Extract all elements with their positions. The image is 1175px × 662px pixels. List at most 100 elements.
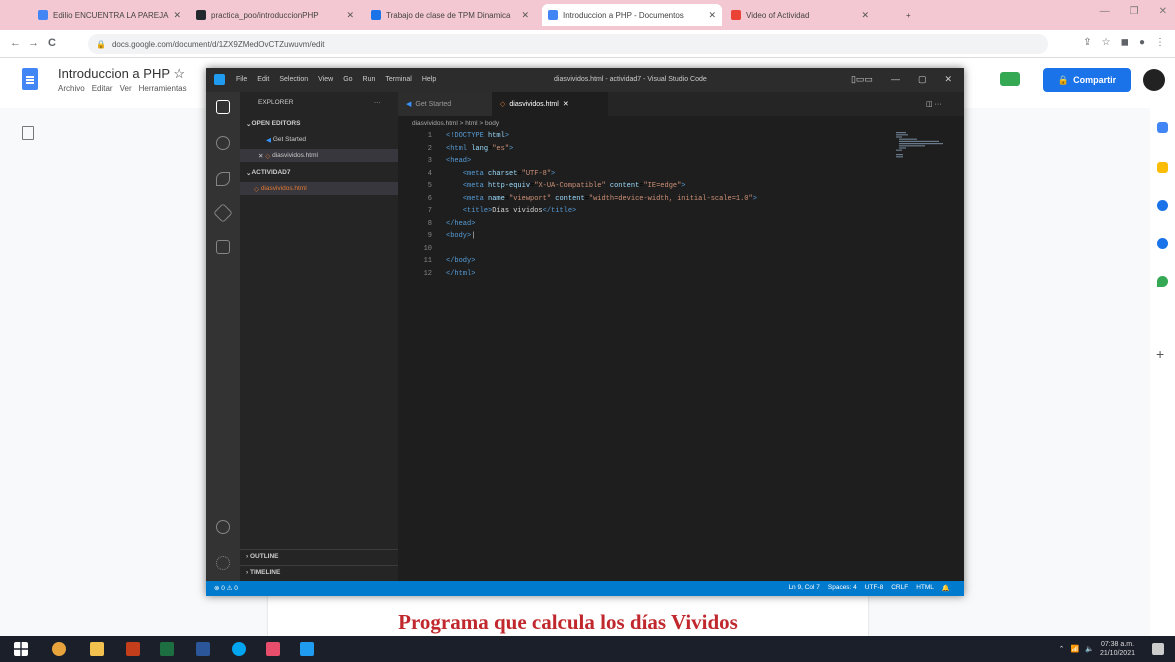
browser-tab[interactable]: Video of Actividad ✕ [725, 4, 875, 26]
excel-icon[interactable] [160, 642, 174, 656]
explorer-icon[interactable] [216, 100, 230, 114]
clock[interactable]: 07:38 a.m. 21/10/2021 [1100, 640, 1135, 658]
folder-header[interactable]: ⌄ ACTIVIDAD7 [240, 166, 398, 179]
back-icon[interactable]: ← [10, 37, 21, 49]
vscode-menu-item[interactable]: Go [343, 76, 352, 83]
code-line[interactable]: <head> [446, 157, 471, 165]
maps-icon[interactable] [1157, 276, 1168, 287]
docs-menu-item[interactable]: Editar [92, 84, 113, 93]
vscode-menu-item[interactable]: Terminal [385, 76, 411, 83]
split-editor-icon[interactable]: ◫ ··· [918, 92, 950, 116]
window-controls[interactable]: — ❐ ✕ [1100, 6, 1167, 17]
outline-header[interactable]: › OUTLINE [240, 549, 398, 562]
extensions-icon[interactable] [216, 240, 230, 254]
code-line[interactable]: <meta http-equiv="X-UA-Compatible" conte… [446, 182, 686, 190]
close-icon[interactable]: ✕ [521, 10, 529, 21]
code-line[interactable]: <body>| [446, 232, 475, 240]
docs-menu-item[interactable]: Archivo [58, 84, 85, 93]
network-icon[interactable]: 📶 [1071, 645, 1080, 653]
minimize-icon[interactable]: — [1100, 6, 1110, 17]
profile-icon[interactable]: ● [1139, 37, 1145, 48]
close-icon[interactable]: ✕ [346, 10, 354, 21]
status-item[interactable]: Spaces: 4 [828, 584, 857, 592]
calendar-icon[interactable] [1157, 122, 1168, 133]
open-file-diasvividos[interactable]: ✕ ◇ diasvividos.html [240, 149, 398, 162]
accounts-icon[interactable] [216, 520, 230, 534]
store-icon[interactable] [266, 642, 280, 656]
search-icon[interactable] [216, 136, 230, 150]
status-item[interactable]: CRLF [891, 584, 908, 592]
chevron-up-icon[interactable]: ⌃ [1059, 645, 1065, 653]
code-line[interactable]: <html lang="es"> [446, 145, 513, 153]
close-icon[interactable]: ✕ [708, 10, 716, 21]
code-editor[interactable]: 1 <!DOCTYPE html> 2 <html lang="es"> 3 <head>… [398, 132, 888, 572]
tab-diasvividos[interactable]: ◇ diasvividos.html ✕ [492, 92, 608, 116]
contacts-icon[interactable] [1157, 238, 1168, 249]
browser-tab[interactable]: Edilio ENCUENTRA LA PAREJA ✕ [32, 4, 184, 26]
minimize-icon[interactable]: — [891, 74, 900, 85]
maximize-icon[interactable]: ❐ [1130, 6, 1139, 17]
volume-icon[interactable]: 🔈 [1085, 645, 1094, 653]
status-item[interactable]: HTML [916, 584, 934, 592]
code-line[interactable]: </head> [446, 220, 475, 228]
vscode-menu-item[interactable]: Help [422, 76, 436, 83]
browser-tab[interactable]: Trabajo de clase de TPM Dinamica ✕ [365, 4, 535, 26]
extension-icon[interactable]: ◼ [1121, 37, 1129, 48]
timeline-header[interactable]: › TIMELINE [240, 565, 398, 578]
new-tab-icon[interactable]: + [900, 4, 920, 26]
tasks-icon[interactable] [1157, 200, 1168, 211]
meet-icon[interactable] [1000, 72, 1020, 86]
code-line[interactable]: </body> [446, 257, 475, 265]
close-icon[interactable]: ✕ [861, 10, 869, 21]
more-icon[interactable]: ··· [374, 96, 394, 109]
vscode-menu-item[interactable]: Edit [257, 76, 269, 83]
file-explorer-icon[interactable] [90, 642, 104, 656]
source-control-icon[interactable] [216, 172, 230, 186]
close-icon[interactable]: ✕ [258, 152, 263, 160]
layout-icon[interactable]: ▯▭▭ [851, 74, 873, 85]
minimap[interactable] [892, 132, 952, 162]
docs-menu-item[interactable]: Ver [120, 84, 132, 93]
outline-icon[interactable] [22, 126, 34, 140]
breadcrumb[interactable]: diasvividos.html > html > body [398, 116, 964, 130]
gear-icon[interactable] [216, 556, 230, 570]
code-line[interactable]: <!DOCTYPE html> [446, 132, 509, 140]
code-line[interactable]: </html> [446, 270, 475, 278]
folder-file-diasvividos[interactable]: ◇ diasvividos.html [240, 182, 398, 195]
more-icon[interactable]: ⋮ [1155, 37, 1165, 48]
notifications-icon[interactable] [1152, 643, 1164, 655]
share-button[interactable]: 🔒 Compartir [1043, 68, 1131, 92]
chrome-icon[interactable] [52, 642, 66, 656]
open-editors-header[interactable]: ⌄ OPEN EDITORS [240, 117, 398, 130]
reload-icon[interactable]: C [48, 37, 56, 49]
document-title[interactable]: Introduccion a PHP ☆ [58, 66, 185, 82]
powerpoint-icon[interactable] [126, 642, 140, 656]
close-icon[interactable]: ✕ [1159, 6, 1167, 17]
avatar[interactable] [1143, 69, 1165, 91]
problems-indicator[interactable]: ⊗ 0 ⚠ 0 [214, 584, 238, 592]
docs-logo-icon[interactable] [22, 68, 38, 90]
code-line[interactable]: <meta name="viewport" content="width=dev… [446, 195, 757, 203]
keep-icon[interactable] [1157, 162, 1168, 173]
browser-tab[interactable]: practica_poo/introduccionPHP ✕ [190, 4, 360, 26]
vscode-taskbar-icon[interactable] [300, 642, 314, 656]
tab-get-started[interactable]: ◀ Get Started [398, 92, 492, 116]
maximize-icon[interactable]: ▢ [918, 74, 927, 85]
browser-icon[interactable] [232, 642, 246, 656]
code-line[interactable]: <meta charset="UTF-8"> [446, 170, 555, 178]
browser-tab[interactable]: Introduccion a PHP - Documentos ✕ [542, 4, 722, 26]
docs-menu-item[interactable]: Herramientas [139, 84, 187, 93]
close-icon[interactable]: ✕ [563, 100, 569, 108]
star-icon[interactable]: ☆ [1102, 37, 1111, 48]
open-file-get-started[interactable]: ◀ Get Started [240, 133, 398, 146]
vscode-menu-item[interactable]: Run [363, 76, 376, 83]
status-item[interactable]: Ln 9, Col 7 [788, 584, 819, 592]
vscode-menu-item[interactable]: View [318, 76, 333, 83]
close-icon[interactable]: ✕ [173, 10, 181, 21]
word-icon[interactable] [196, 642, 210, 656]
status-item[interactable]: UTF-8 [865, 584, 883, 592]
bell-icon[interactable]: 🔔 [942, 584, 950, 592]
star-icon[interactable]: ☆ [173, 66, 185, 81]
close-icon[interactable]: ✕ [944, 74, 952, 85]
address-bar[interactable]: 🔒 docs.google.com/document/d/1ZX9ZMedOvCT… [88, 34, 1048, 54]
